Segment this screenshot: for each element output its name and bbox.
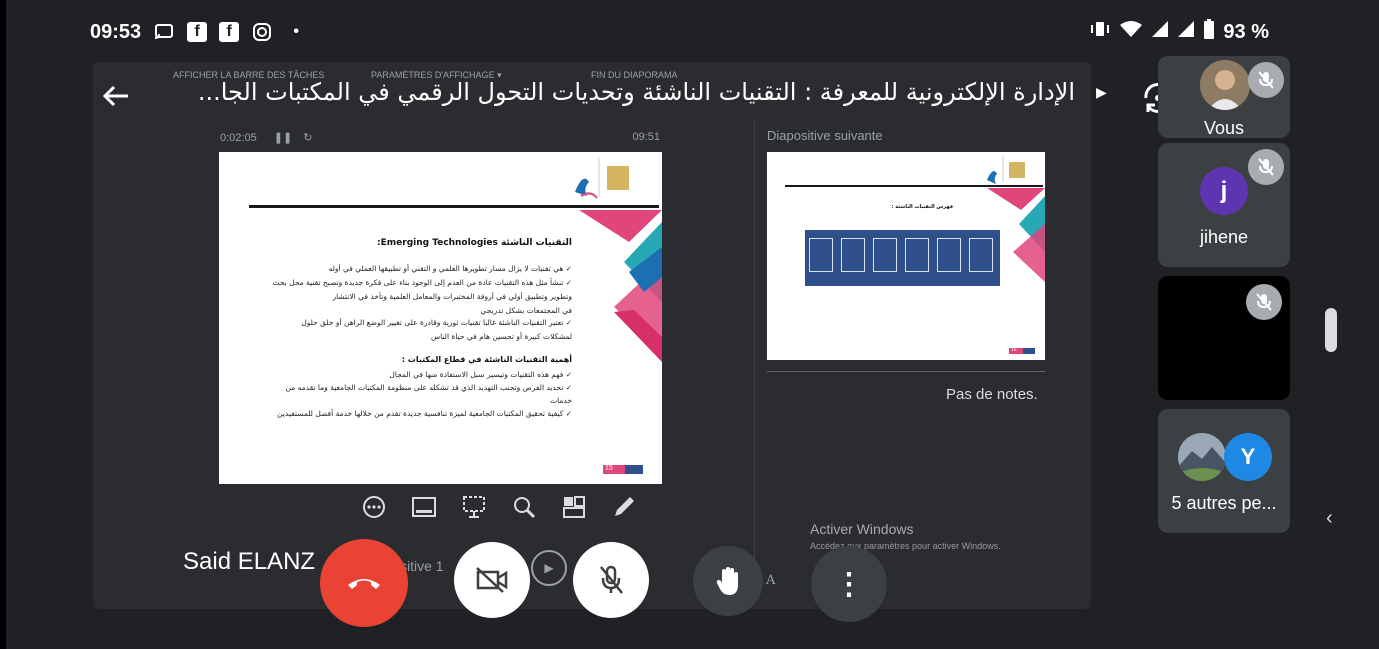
slide-header-bar xyxy=(249,205,659,208)
hang-up-icon xyxy=(348,579,380,589)
end-call-button[interactable] xyxy=(320,539,408,627)
next-slide-header-bar xyxy=(785,185,1043,187)
slide-page-number: 15 xyxy=(605,465,613,472)
vibrate-icon xyxy=(1089,20,1111,44)
raise-hand-button[interactable] xyxy=(693,546,763,616)
muted-mic-icon xyxy=(1246,284,1282,320)
technology-card xyxy=(809,238,833,272)
caret-right-icon[interactable]: ▶ xyxy=(1096,84,1107,101)
elapsed-time: 0:02:05 xyxy=(220,132,257,144)
battery-icon xyxy=(1203,19,1215,45)
scroll-handle[interactable] xyxy=(1325,308,1337,352)
facebook-icon: f xyxy=(219,22,240,42)
participant-name: jihene xyxy=(1199,227,1249,247)
mic-off-icon xyxy=(600,565,623,594)
next-slide-button[interactable]: ▶ xyxy=(531,550,567,586)
next-slide-preview[interactable]: فهرس التقنيات الناشئة : 16 xyxy=(767,152,1045,360)
avatar xyxy=(1178,433,1226,481)
microphone-toggle-button[interactable] xyxy=(573,542,649,618)
camera-toggle-button[interactable] xyxy=(454,542,530,618)
next-slide-page-number: 16 xyxy=(1011,347,1017,353)
presenter-clock: 09:51 xyxy=(632,131,660,143)
battery-percent: 93 % xyxy=(1223,20,1269,43)
participant-tile-self[interactable]: Vous xyxy=(1158,56,1290,138)
back-arrow-icon[interactable] xyxy=(96,70,136,122)
slide-line: ✓ تنشأ مثل هذه التقنيات عادة من العدم إل… xyxy=(272,278,572,287)
slide-subheading: أهمية التقنيات الناشئة في قطاع المكتبات … xyxy=(401,355,572,364)
slide-line: ✓ كيفية تحقيق المكتبات الجامعية لميزة تن… xyxy=(277,409,572,418)
avatar: Y xyxy=(1224,433,1272,481)
slide-line: ✓ تحديد الفرص وتجنب التهديد الذي قد تشكل… xyxy=(285,383,572,392)
slide-line: لمشكلات كبيرة أو تحسين هام في حياة الناس xyxy=(430,332,572,341)
participant-tile-others[interactable]: Y 5 autres pe... xyxy=(1158,409,1290,533)
cast-icon xyxy=(153,21,175,43)
signal-icon xyxy=(1151,20,1169,44)
meeting-header: الإدارة الإلكترونية للمعرفة : التقنيات ا… xyxy=(0,70,1110,122)
avatar xyxy=(1200,60,1250,110)
camera-off-icon xyxy=(476,567,508,593)
slide-sorter-icon[interactable] xyxy=(560,493,588,521)
facebook-icon: f xyxy=(187,22,208,42)
presenter-view-icon[interactable] xyxy=(460,493,488,521)
technology-card xyxy=(873,238,897,272)
more-options-button[interactable]: ⋮ xyxy=(811,546,887,622)
presenter-timer: 0:02:05 ❚❚ ↻ 09:51 xyxy=(220,131,660,145)
wifi-icon xyxy=(1119,20,1143,44)
status-time: 09:53 xyxy=(90,20,142,43)
hand-icon xyxy=(716,567,738,595)
current-slide: التقنيات الناشئة Emerging Technologies: … xyxy=(219,152,662,484)
muted-mic-icon xyxy=(1248,62,1284,98)
slide-line: خدمات xyxy=(550,396,572,405)
slide-line: وتطوير وتطبيق أولي في أروقة المختبرات وا… xyxy=(332,292,572,301)
speaker-notes: Pas de notes. xyxy=(946,386,1038,403)
subtitles-icon[interactable] xyxy=(410,493,438,521)
participant-tile-video[interactable] xyxy=(1158,276,1290,400)
chevron-left-icon[interactable]: ‹ xyxy=(1326,507,1333,530)
dot-icon: • xyxy=(293,23,299,40)
status-bar: 09:53 f f • 93 % xyxy=(90,14,1269,50)
avatar: j xyxy=(1200,167,1248,215)
slide-line: ✓ تعتبر التقنيات الناشئة غالبا تقنيات ثو… xyxy=(301,318,572,327)
pause-icon[interactable]: ❚❚ xyxy=(274,132,292,144)
slide-line: ✓ هي تقنيات لا يزال مسار تطويرها العلمي … xyxy=(328,264,572,273)
technology-card xyxy=(937,238,961,272)
technology-card xyxy=(905,238,929,272)
participant-tile-jihene[interactable]: j jihene xyxy=(1158,143,1290,267)
slide-toolbar xyxy=(360,493,638,521)
panel-divider xyxy=(754,120,755,600)
more-options-icon[interactable] xyxy=(360,493,388,521)
meeting-title[interactable]: الإدارة الإلكترونية للمعرفة : التقنيات ا… xyxy=(180,78,1075,106)
participant-name: Vous xyxy=(1203,118,1245,138)
zoom-icon[interactable] xyxy=(510,493,538,521)
slide-line: في المجتمعات بشكل تدريجي xyxy=(480,306,572,315)
next-slide-heading: فهرس التقنيات الناشئة : xyxy=(891,204,953,210)
slide-line: ✓ فهم هذه التقنيات وتيسير سبل الاستفادة … xyxy=(389,370,572,379)
signal-icon xyxy=(1177,20,1195,44)
technology-card xyxy=(841,238,865,272)
reset-icon[interactable]: ↻ xyxy=(303,132,312,144)
activate-windows-title: Activer Windows xyxy=(810,521,914,537)
participant-name: 5 autres pe... xyxy=(1171,493,1277,513)
speaker-name: Said ELANZ xyxy=(183,548,316,575)
instagram-icon xyxy=(251,21,273,43)
pen-icon[interactable] xyxy=(610,493,638,521)
next-slide-label: Diapositive suivante xyxy=(767,128,883,143)
slide-heading: التقنيات الناشئة Emerging Technologies: xyxy=(377,238,572,248)
notes-divider xyxy=(767,371,1045,372)
technology-card xyxy=(969,238,993,272)
muted-mic-icon xyxy=(1248,149,1284,185)
